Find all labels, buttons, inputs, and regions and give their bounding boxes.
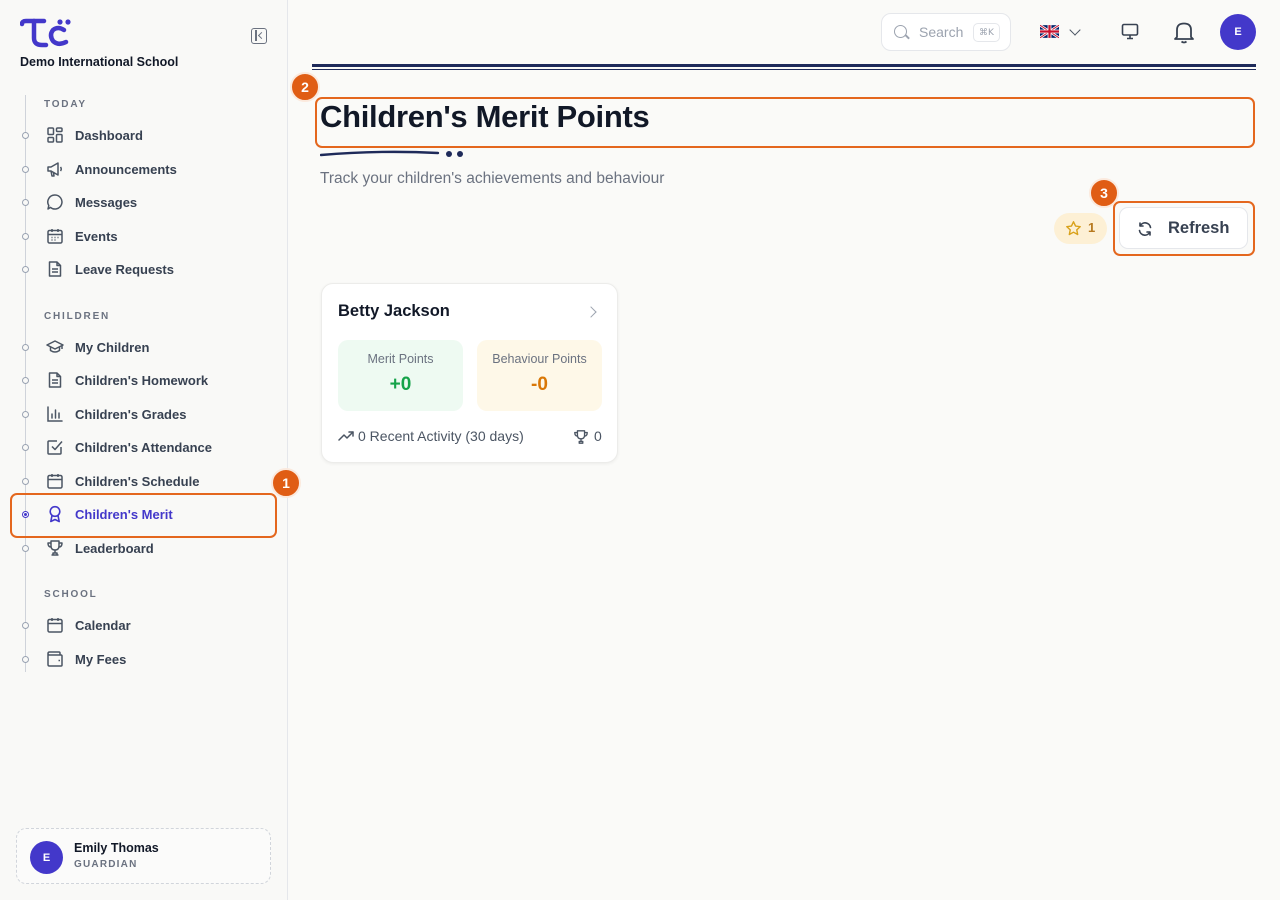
school-name: Demo International School xyxy=(20,55,179,69)
timeline-dot xyxy=(22,443,29,451)
sidebar-item-label: My Children xyxy=(75,339,150,355)
sidebar-item-label: Children's Homework xyxy=(75,372,209,388)
annotation-highlight-sidebar-merit xyxy=(10,493,277,538)
behaviour-points-stat: Behaviour Points -0 xyxy=(477,340,602,411)
monitor-icon[interactable] xyxy=(1121,23,1139,40)
sidebar-item-leave-requests[interactable]: Leave Requests xyxy=(0,254,288,284)
trophy-icon xyxy=(574,430,588,444)
sidebar-item-childrens-schedule[interactable]: Children's Schedule xyxy=(0,466,288,496)
child-merit-card[interactable]: Betty Jackson Merit Points +0 Behaviour … xyxy=(321,283,618,463)
annotation-badge-3: 3 xyxy=(1089,178,1119,208)
annotation-highlight-refresh xyxy=(1113,201,1255,256)
sidebar-item-label: Children's Schedule xyxy=(75,473,200,489)
merit-points-value: +0 xyxy=(389,374,412,395)
sidebar-item-announcements[interactable]: Announcements xyxy=(0,154,288,184)
star-count: 1 xyxy=(1088,220,1096,235)
avatar: E xyxy=(30,841,63,874)
sidebar-item-label: Children's Grades xyxy=(75,406,187,422)
sidebar-item-label: Events xyxy=(75,228,118,244)
timeline-dot xyxy=(22,621,29,629)
chevron-down-icon[interactable] xyxy=(1069,24,1081,36)
wallet-icon xyxy=(46,650,64,668)
behaviour-points-label: Behaviour Points xyxy=(492,352,587,366)
timeline-dot xyxy=(22,265,29,273)
sidebar-item-label: Leave Requests xyxy=(75,261,174,277)
header-divider xyxy=(312,64,1256,67)
chevron-right-icon[interactable] xyxy=(585,306,597,318)
trending-up-icon xyxy=(338,431,354,441)
recent-activity: 0 Recent Activity (30 days) xyxy=(358,428,524,444)
title-underline-decoration xyxy=(320,150,463,157)
header-divider-thin xyxy=(312,69,1256,70)
user-role: GUARDIAN xyxy=(74,859,138,870)
sidebar-item-label: Leaderboard xyxy=(75,540,154,556)
behaviour-points-value: -0 xyxy=(531,374,548,395)
trophy-icon xyxy=(46,539,64,557)
child-name: Betty Jackson xyxy=(338,302,450,320)
search-placeholder: Search xyxy=(919,24,964,40)
merit-points-label: Merit Points xyxy=(367,352,434,366)
sidebar-item-calendar[interactable]: Calendar xyxy=(0,610,288,640)
star-count-badge: 1 xyxy=(1054,213,1107,244)
sidebar-item-messages[interactable]: Messages xyxy=(0,187,288,217)
timeline-dot xyxy=(22,165,29,173)
merit-points-stat: Merit Points +0 xyxy=(338,340,463,411)
page-subtitle: Track your children's achievements and b… xyxy=(320,170,665,187)
user-profile-card[interactable]: E Emily Thomas GUARDIAN xyxy=(16,828,271,884)
annotation-badge-1: 1 xyxy=(271,468,301,498)
star-icon xyxy=(1066,221,1081,236)
document-icon xyxy=(46,371,64,389)
sidebar-item-label: My Fees xyxy=(75,651,127,667)
sidebar-item-label: Calendar xyxy=(75,617,131,633)
graduation-cap-icon xyxy=(46,338,64,356)
search-icon xyxy=(894,25,907,38)
avatar[interactable]: E xyxy=(1220,14,1256,50)
trophy-count: 0 xyxy=(594,428,602,444)
school-logo[interactable] xyxy=(20,18,74,48)
section-label-today: TODAY xyxy=(44,99,87,110)
timeline-dot xyxy=(22,477,29,485)
bar-chart-icon xyxy=(46,405,64,423)
timeline-dot xyxy=(22,343,29,351)
search-input[interactable]: Search ⌘K xyxy=(881,13,1011,51)
collapse-sidebar-icon[interactable] xyxy=(251,28,267,44)
timeline-dot xyxy=(22,544,29,552)
document-icon xyxy=(46,260,64,278)
sidebar-item-dashboard[interactable]: Dashboard xyxy=(0,120,288,150)
sidebar-item-childrens-grades[interactable]: Children's Grades xyxy=(0,399,288,429)
uk-flag-icon[interactable] xyxy=(1040,25,1059,38)
calendar-icon xyxy=(46,227,64,245)
calendar-icon xyxy=(46,616,64,634)
sidebar-item-events[interactable]: Events xyxy=(0,221,288,251)
sidebar-item-childrens-homework[interactable]: Children's Homework xyxy=(0,365,288,395)
section-label-children: CHILDREN xyxy=(44,311,111,322)
timeline-dot xyxy=(22,655,29,663)
timeline-dot xyxy=(22,232,29,240)
bell-icon[interactable] xyxy=(1173,20,1195,44)
annotation-highlight-title xyxy=(315,97,1255,148)
sidebar-item-label: Children's Attendance xyxy=(75,439,212,455)
megaphone-icon xyxy=(46,160,64,178)
checkbox-icon xyxy=(46,438,64,456)
sidebar-item-my-fees[interactable]: My Fees xyxy=(0,644,288,674)
sidebar-item-label: Announcements xyxy=(75,161,177,177)
sidebar: Demo International School TODAY Dashboar… xyxy=(0,0,301,900)
user-name: Emily Thomas xyxy=(74,841,159,855)
calendar-icon xyxy=(46,472,64,490)
grid-icon xyxy=(46,126,64,144)
sidebar-item-label: Dashboard xyxy=(75,127,143,143)
sidebar-item-my-children[interactable]: My Children xyxy=(0,332,288,362)
timeline-dot xyxy=(22,410,29,418)
timeline-dot xyxy=(22,131,29,139)
keyboard-shortcut: ⌘K xyxy=(973,23,1000,42)
timeline-dot xyxy=(22,376,29,384)
annotation-badge-2: 2 xyxy=(290,72,320,102)
section-label-school: SCHOOL xyxy=(44,589,98,600)
sidebar-item-label: Messages xyxy=(75,194,138,210)
timeline-dot xyxy=(22,198,29,206)
chat-icon xyxy=(46,193,64,211)
sidebar-item-childrens-attendance[interactable]: Children's Attendance xyxy=(0,432,288,462)
